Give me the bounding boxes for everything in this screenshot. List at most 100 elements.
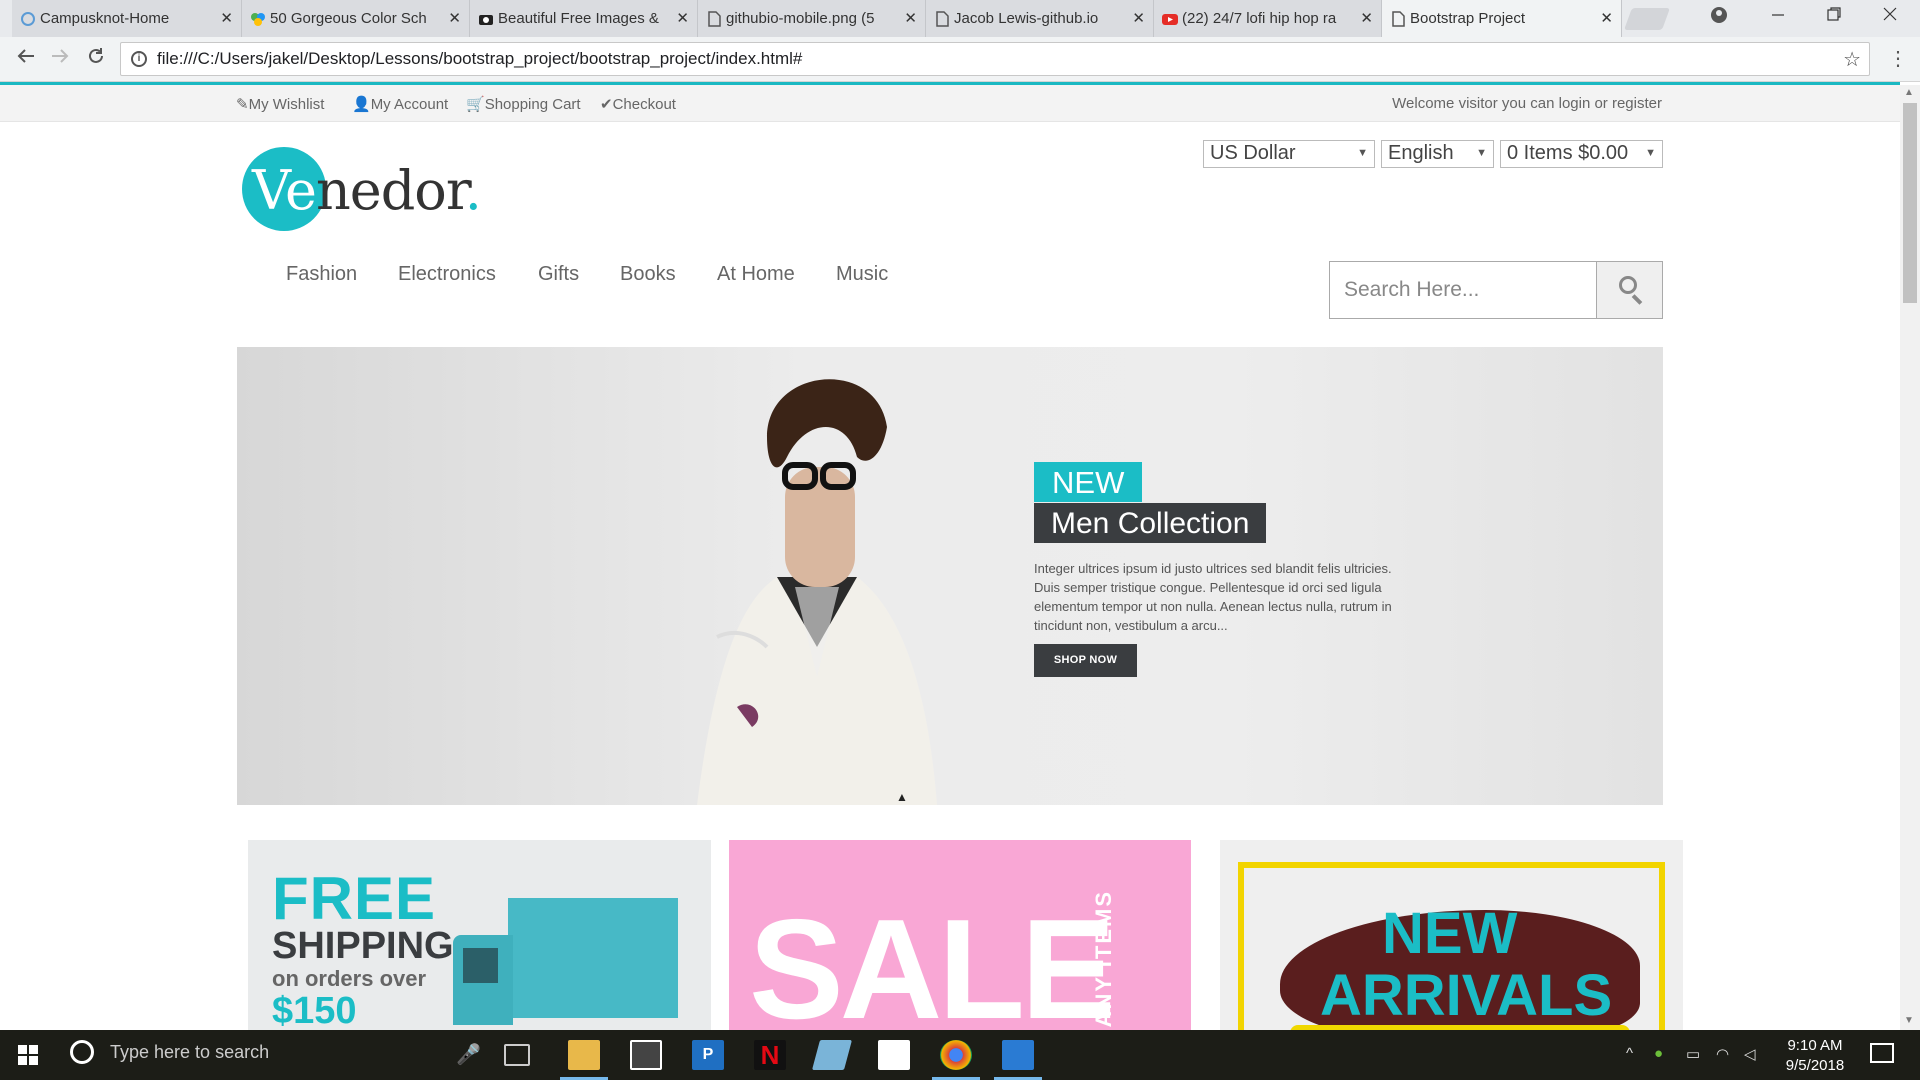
account-link[interactable]: 👤My Account [352, 95, 448, 113]
cart-label: Shopping Cart [484, 96, 581, 113]
site-topbar: ✎My Wishlist 👤My Account 🛒Shopping Cart … [0, 85, 1900, 122]
scroll-down-icon[interactable]: ▼ [1904, 1015, 1914, 1026]
tab-free-images[interactable]: Beautiful Free Images & ✕ [470, 0, 698, 37]
tab-title: Beautiful Free Images & [498, 10, 659, 27]
logo-dot: . [464, 159, 482, 222]
tab-title: Campusknot-Home [40, 10, 170, 27]
restore-icon[interactable] [1826, 6, 1842, 27]
close-icon[interactable]: ✕ [676, 9, 689, 27]
free-text: FREE [272, 865, 437, 932]
user-icon: 👤 [352, 96, 371, 113]
notes-app-icon[interactable] [811, 1040, 853, 1070]
close-icon[interactable]: ✕ [448, 9, 461, 27]
mail-icon[interactable] [878, 1040, 910, 1070]
cart-select[interactable]: 0 Items $0.00 ▼ [1500, 140, 1663, 168]
logo-text: Venedor. [252, 159, 482, 222]
collection-title: Men Collection [1034, 503, 1267, 543]
close-icon[interactable]: ✕ [1360, 9, 1373, 27]
new-arrivals-banner[interactable]: NEW ARRIVALS [1220, 840, 1683, 1030]
page-scrollbar[interactable]: ▲ ▼ [1900, 85, 1920, 1030]
wishlist-link[interactable]: ✎My Wishlist [236, 95, 324, 113]
close-window-icon[interactable] [1882, 6, 1898, 27]
logo-ve: Ve [252, 159, 317, 222]
account-label: My Account [370, 96, 449, 113]
language-select[interactable]: English ▼ [1381, 140, 1494, 168]
tab-bootstrap-project[interactable]: Bootstrap Project ✕ [1382, 0, 1622, 37]
taskbar-search[interactable]: Type here to search [70, 1040, 269, 1064]
taskbar-clock[interactable]: 9:10 AM 9/5/2018 [1770, 1036, 1860, 1076]
taskbar-search-input[interactable]: Type here to search [110, 1042, 269, 1063]
amount-text: $150 [272, 990, 357, 1030]
new-tab-button[interactable] [1623, 8, 1671, 30]
tab-title: 50 Gorgeous Color Sch [270, 10, 427, 27]
netflix-icon[interactable]: N [754, 1040, 786, 1070]
edit-icon: ✎ [236, 96, 249, 113]
tab-color-schemes[interactable]: 50 Gorgeous Color Sch ✕ [242, 0, 470, 37]
close-icon[interactable]: ✕ [1132, 9, 1145, 27]
currency-select[interactable]: US Dollar ▼ [1203, 140, 1375, 168]
scroll-up-icon[interactable]: ▲ [1904, 87, 1914, 98]
mouse-cursor-icon: ▲ [896, 790, 908, 804]
tab-title: (22) 24/7 lofi hip hop ra [1182, 10, 1337, 27]
hero-carousel[interactable]: NEW Men Collection Integer ultrices ipsu… [237, 347, 1663, 805]
nav-item-books[interactable]: Books [620, 263, 676, 286]
chrome-icon[interactable] [932, 1040, 980, 1080]
tab-jacob-github[interactable]: Jacob Lewis-github.io ✕ [926, 0, 1154, 37]
checkout-link[interactable]: ✔Checkout [600, 95, 676, 113]
task-view-icon[interactable] [504, 1044, 530, 1066]
close-icon[interactable]: ✕ [1600, 9, 1613, 27]
youtube-icon [1162, 11, 1178, 27]
dropdown-arrow-icon: ▼ [1476, 147, 1487, 159]
reload-icon[interactable] [86, 46, 106, 72]
sale-banner[interactable]: SALE MANY ITEMS [729, 840, 1191, 1030]
url-text[interactable]: file:///C:/Users/jakel/Desktop/Lessons/b… [157, 49, 802, 69]
store-icon[interactable] [630, 1040, 662, 1070]
nav-item-gifts[interactable]: Gifts [538, 263, 579, 286]
tab-lofi-youtube[interactable]: (22) 24/7 lofi hip hop ra ✕ [1154, 0, 1382, 37]
microphone-icon[interactable]: 🎤 [456, 1042, 481, 1067]
logo-rest: nedor [316, 159, 466, 222]
vscode-icon[interactable] [994, 1040, 1042, 1080]
notification-icon[interactable] [1870, 1043, 1894, 1063]
nav-item-electronics[interactable]: Electronics [398, 263, 496, 286]
wifi-icon[interactable]: ◠ [1716, 1045, 1729, 1063]
hero-description: Integer ultrices ipsum id justo ultrices… [1034, 561, 1392, 633]
p-app-icon[interactable]: P [692, 1040, 724, 1070]
tab-githubio-png[interactable]: githubio-mobile.png (5 ✕ [698, 0, 926, 37]
nav-item-at-home[interactable]: At Home [717, 263, 795, 286]
tray-chevron-icon[interactable]: ^ [1626, 1045, 1633, 1062]
cortana-icon [70, 1040, 94, 1064]
nav-item-music[interactable]: Music [836, 263, 888, 286]
clock-time: 9:10 AM [1787, 1037, 1843, 1054]
free-shipping-banner[interactable]: FREE SHIPPING on orders over $150 [248, 840, 711, 1030]
close-icon[interactable]: ✕ [904, 9, 917, 27]
orders-text: on orders over [272, 966, 427, 991]
shopping-cart-link[interactable]: 🛒Shopping Cart [466, 95, 581, 113]
tab-title: Bootstrap Project [1410, 10, 1526, 27]
search-icon-handle [1631, 294, 1643, 305]
minimize-icon[interactable] [1770, 6, 1786, 27]
info-icon[interactable]: i [131, 51, 147, 67]
file-explorer-icon[interactable] [560, 1040, 608, 1080]
close-icon[interactable]: ✕ [220, 9, 233, 27]
scroll-thumb[interactable] [1903, 103, 1917, 303]
welcome-text[interactable]: Welcome visitor you can login or registe… [1392, 95, 1662, 112]
new-text: NEW [1382, 901, 1518, 966]
sync-icon[interactable]: ● [1654, 1045, 1663, 1062]
search-button[interactable] [1596, 262, 1662, 318]
profile-icon[interactable] [1710, 6, 1728, 29]
search-input[interactable]: Search Here... [1344, 278, 1479, 302]
arrivals-text: ARRIVALS [1320, 963, 1613, 1028]
nav-item-fashion[interactable]: Fashion [286, 263, 357, 286]
tab-campusknot[interactable]: Campusknot-Home ✕ [12, 0, 242, 37]
bookmark-star-icon[interactable]: ☆ [1843, 47, 1861, 72]
sale-text: SALE [749, 890, 1116, 1030]
address-bar[interactable]: i file:///C:/Users/jakel/Desktop/Lessons… [120, 42, 1870, 76]
forward-icon[interactable] [50, 46, 70, 72]
search-icon [1619, 276, 1637, 294]
volume-icon[interactable]: ◁ [1744, 1045, 1756, 1063]
shop-now-button[interactable]: SHOP NOW [1034, 644, 1137, 677]
battery-icon[interactable]: ▭ [1686, 1045, 1700, 1063]
browser-menu-icon[interactable]: ⋮ [1888, 46, 1908, 71]
back-icon[interactable] [16, 46, 36, 72]
